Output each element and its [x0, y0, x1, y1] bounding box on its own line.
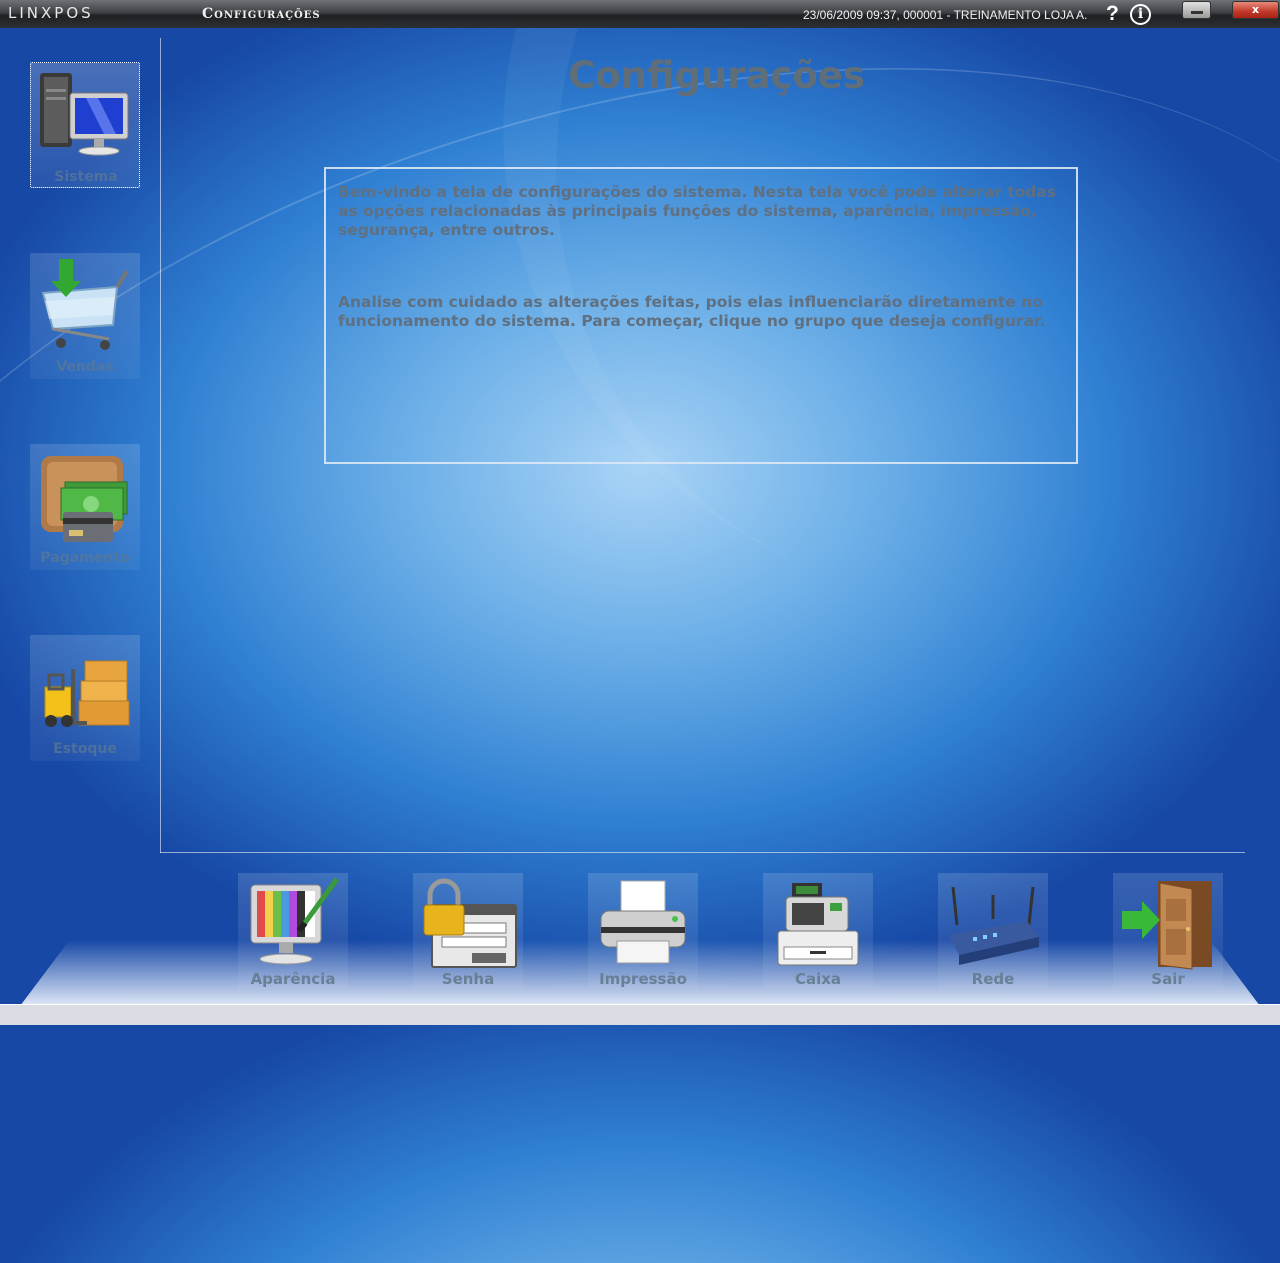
status-info: 23/06/2009 09:37, 000001 - TREINAMENTO L… [803, 8, 1088, 22]
bottom-item-label: Impressão [599, 970, 687, 988]
sidebar-item-label: Pagamento [40, 550, 130, 566]
wallet-icon [41, 456, 128, 542]
bottom-item-senha[interactable]: Senha [413, 873, 523, 989]
page-title: Configurações [568, 54, 865, 97]
instruction-paragraph: Analise com cuidado as alterações feitas… [338, 293, 1046, 330]
configuration-screen: { "titlebar": { "app_logo": "LINXPOS", "… [0, 0, 1280, 1263]
wireless-router-icon [949, 886, 1039, 965]
bottom-item-label: Caixa [794, 970, 842, 988]
sidebar-item-label: Estoque [53, 741, 117, 757]
bottom-item-rede[interactable]: Rede [938, 873, 1048, 989]
cash-register-icon [777, 883, 859, 966]
shopping-cart-icon [41, 259, 129, 350]
help-icon[interactable]: ? [1106, 2, 1119, 26]
content-divider-vertical [160, 38, 161, 853]
bottom-item-label: Senha [441, 970, 495, 988]
bottom-item-caixa[interactable]: Caixa [763, 873, 873, 989]
welcome-paragraph: Bem-vindo a tela de configurações do sis… [338, 183, 1057, 239]
welcome-info-box: Bem-vindo a tela de configurações do sis… [324, 167, 1078, 464]
printer-icon [600, 880, 686, 964]
sidebar-item-estoque[interactable]: Estoque [30, 635, 140, 761]
bottom-status-strip [0, 1004, 1280, 1025]
bottom-item-label: Rede [971, 970, 1015, 988]
forklift-boxes-icon [44, 660, 130, 727]
exit-door-icon [1122, 881, 1212, 970]
bottom-item-sair[interactable]: Sair [1113, 873, 1223, 989]
computer-icon [40, 73, 129, 156]
app-logo: LINXPOS [8, 4, 94, 22]
title-bar: LINXPOS Configurações 23/06/2009 09:37, … [0, 0, 1280, 28]
window-title: Configurações [202, 6, 321, 22]
bottom-item-label: Sair [1151, 970, 1185, 988]
info-icon[interactable]: i [1130, 4, 1151, 25]
close-button[interactable]: x [1232, 1, 1279, 19]
sidebar-item-pagamento[interactable]: Pagamento [30, 444, 140, 570]
sidebar-item-sistema[interactable]: Sistema [30, 62, 140, 188]
minimize-button[interactable] [1182, 1, 1211, 19]
bottom-item-aparencia[interactable]: Aparência [238, 873, 348, 989]
sidebar-item-vendas[interactable]: Vendas [30, 253, 140, 379]
bottom-item-label: Aparência [250, 970, 336, 988]
sidebar-item-label: Sistema [54, 169, 118, 185]
content-divider-horizontal [160, 852, 1245, 853]
bottom-item-impressao[interactable]: Impressão [588, 873, 698, 989]
sidebar-item-label: Vendas [56, 359, 114, 375]
monitor-palette-icon [250, 877, 340, 965]
minimize-icon [1190, 11, 1203, 14]
padlock-login-icon [423, 878, 517, 968]
